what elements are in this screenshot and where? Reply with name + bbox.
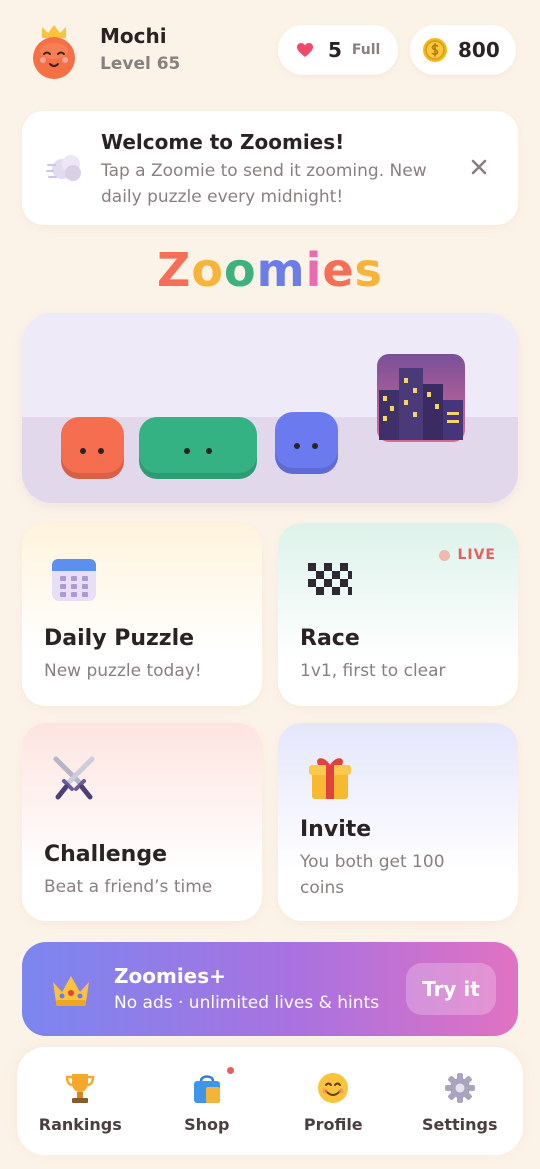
crown-avatar-icon [33, 25, 75, 79]
race-subtitle: 1v1, first to clear [300, 661, 446, 681]
logo-letter: o [191, 243, 225, 297]
daily-puzzle-card[interactable]: Daily Puzzle New puzzle today! [22, 523, 262, 706]
calendar-icon [50, 555, 98, 603]
gift-icon [306, 753, 354, 801]
invite-card[interactable]: Invite You both get 100 coins [278, 723, 518, 921]
coins-pill[interactable]: 800 [410, 25, 516, 75]
daily-puzzle-title: Daily Puzzle [44, 626, 195, 651]
header: Mochi Level 65 5 Full 800 [22, 20, 518, 82]
bottom-tab-bar: Rankings Shop Profile Settings [17, 1047, 523, 1155]
hero-scene[interactable] [22, 313, 518, 503]
zoomie-green[interactable] [139, 417, 257, 479]
tab-rankings[interactable]: Rankings [17, 1047, 144, 1155]
player-name: Mochi [100, 24, 167, 48]
logo-letter: m [256, 243, 306, 297]
tab-shop-label: Shop [184, 1115, 230, 1134]
smiley-icon [317, 1071, 349, 1105]
lives-count: 5 [328, 38, 342, 62]
crossed-swords-icon [50, 755, 98, 803]
heart-icon [297, 43, 313, 57]
close-icon[interactable] [468, 156, 490, 178]
logo-letter: s [354, 243, 383, 297]
race-card[interactable]: LIVE Race 1v1, first to clear [278, 523, 518, 706]
checkered-flag-icon [306, 559, 354, 607]
shop-notification-dot [226, 1067, 234, 1074]
logo-letter: Z [157, 243, 192, 297]
promo-subtitle: No ads · unlimited lives & hints [114, 993, 380, 1013]
tab-settings-label: Settings [421, 1115, 498, 1134]
logo-letter: e [322, 243, 355, 297]
cloud-icon [46, 147, 86, 187]
banner-text: Tap a Zoomie to send it zooming. New dai… [101, 161, 427, 207]
tab-profile-label: Profile [303, 1115, 363, 1134]
gear-icon [444, 1071, 476, 1105]
trophy-icon [64, 1071, 96, 1105]
welcome-banner: Welcome to Zoomies! Tap a Zoomie to send… [22, 111, 518, 225]
live-dot [439, 549, 451, 561]
challenge-title: Challenge [44, 842, 167, 867]
zoomie-red[interactable] [61, 417, 124, 479]
challenge-subtitle: Beat a friend’s time [44, 877, 213, 897]
promo-title: Zoomies+ [114, 964, 226, 988]
live-label: LIVE [457, 547, 496, 563]
zoomies-plus-banner[interactable]: Zoomies+ No ads · unlimited lives & hint… [22, 942, 518, 1036]
city-icon [377, 354, 465, 442]
crown-icon [50, 972, 92, 1008]
zoomies-logo: Zoomies [0, 243, 540, 297]
tab-profile[interactable]: Profile [270, 1047, 397, 1155]
banner-title: Welcome to Zoomies! [101, 130, 345, 154]
challenge-card[interactable]: Challenge Beat a friend’s time [22, 723, 262, 921]
daily-puzzle-subtitle: New puzzle today! [44, 661, 202, 681]
live-badge: LIVE [439, 547, 496, 563]
invite-subtitle: You both get 100 coins [300, 852, 445, 898]
coin-count: 800 [458, 38, 500, 62]
logo-letter: o [224, 243, 257, 297]
zoomie-blue[interactable] [275, 412, 338, 474]
logo-letter: i [305, 243, 323, 297]
race-title: Race [300, 626, 360, 651]
lives-status: Full [351, 42, 381, 58]
invite-title: Invite [300, 817, 372, 842]
tab-settings[interactable]: Settings [397, 1047, 524, 1155]
tab-rankings-label: Rankings [38, 1115, 122, 1134]
coin-icon [423, 38, 447, 62]
try-it-button[interactable]: Try it [406, 963, 496, 1015]
player-avatar[interactable] [30, 22, 78, 80]
shopping-bag-icon [191, 1071, 223, 1105]
player-level: Level 65 [100, 54, 181, 74]
lives-pill[interactable]: 5 Full [278, 25, 398, 75]
tab-shop[interactable]: Shop [144, 1047, 271, 1155]
